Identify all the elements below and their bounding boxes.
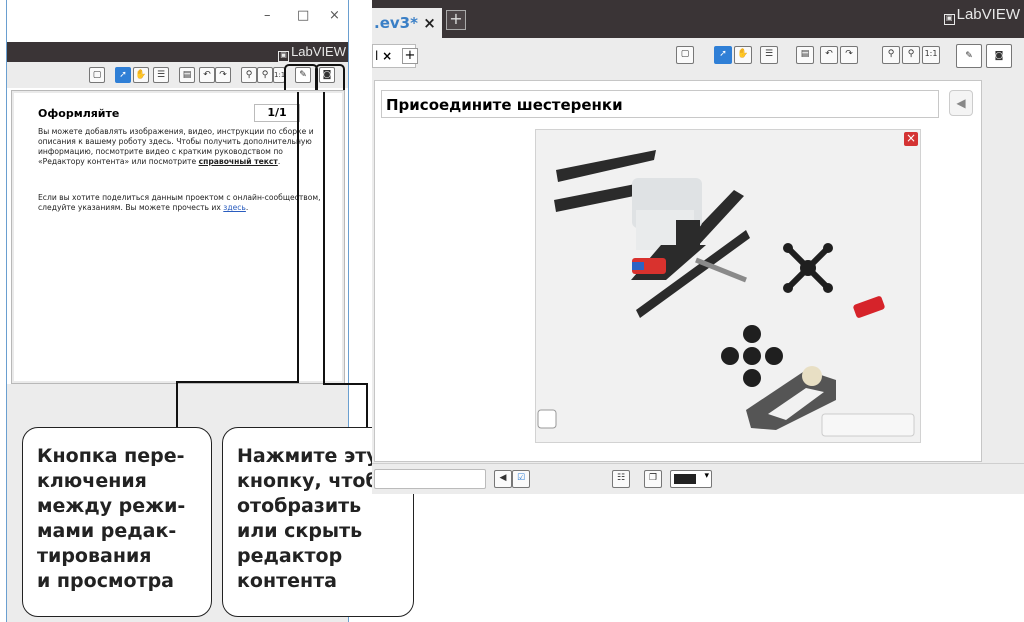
tab-label: .ev3 bbox=[374, 14, 411, 32]
content-editor-panel: Присоедините шестеренки ◀ × bbox=[374, 80, 982, 462]
project-tab-bar: .ev3* × + ▣ LabVIEW bbox=[372, 0, 1024, 38]
add-tab-icon[interactable]: + bbox=[446, 10, 466, 30]
tab-close-icon[interactable]: × bbox=[423, 14, 436, 32]
check-icon[interactable]: ☑ bbox=[512, 470, 530, 488]
tab-project[interactable]: .ev3* × bbox=[372, 8, 442, 38]
bottom-toolbar: ◀ ☑ ☷ ❐ ▾ bbox=[372, 463, 1024, 494]
list-icon[interactable]: ☰ bbox=[760, 46, 778, 64]
doc-tab-close-icon[interactable]: × bbox=[382, 49, 392, 63]
color-picker-icon[interactable]: ▾ bbox=[670, 470, 712, 488]
add-program-icon[interactable]: + bbox=[402, 48, 418, 64]
content-editor-icon[interactable]: ◙ bbox=[986, 44, 1012, 68]
ni-logo-icon: ▣ bbox=[943, 14, 955, 25]
zoom-in-icon[interactable]: ⚲ bbox=[902, 46, 920, 64]
content-title-field[interactable]: Присоедините шестеренки bbox=[381, 90, 939, 118]
color-swatch bbox=[674, 474, 696, 484]
callout-mode-toggle: Кнопка пере- ключения между режи- мами р… bbox=[22, 427, 212, 617]
image-zoom-icon bbox=[537, 409, 557, 429]
labview-logo: ▣ LabVIEW bbox=[943, 6, 1020, 25]
pointer-icon[interactable]: ➚ bbox=[714, 46, 732, 64]
right-app-window: .ev3* × + ▣ LabVIEW l × + ▢ ➚ ✋ ☰ ▤ ↶ ↷ ⚲… bbox=[372, 0, 1024, 494]
back-icon[interactable]: ◀ bbox=[494, 470, 512, 488]
undo-icon[interactable]: ↶ bbox=[820, 46, 838, 64]
doc-tab-label: l bbox=[375, 49, 379, 63]
list-icon[interactable]: ☷ bbox=[612, 470, 630, 488]
leader-line-mode-toggle bbox=[176, 92, 299, 430]
lego-gears-image bbox=[536, 130, 920, 442]
chevron-down-icon: ▾ bbox=[704, 471, 709, 481]
content-photo[interactable]: × bbox=[535, 129, 921, 443]
brand-name: LabVIEW bbox=[956, 6, 1020, 23]
save-icon[interactable]: ▤ bbox=[796, 46, 814, 64]
tab-modified-marker: * bbox=[410, 14, 418, 32]
leader-line-content-editor bbox=[323, 92, 368, 430]
collapse-panel-icon[interactable]: ◀ bbox=[949, 90, 973, 116]
hand-icon[interactable]: ✋ bbox=[734, 46, 752, 64]
remove-image-icon[interactable]: × bbox=[904, 132, 918, 146]
image-options-bar bbox=[821, 413, 915, 437]
page-icon[interactable]: ▢ bbox=[676, 46, 694, 64]
zoom-reset-button[interactable]: 1:1 bbox=[922, 46, 940, 64]
layers-icon[interactable]: ❐ bbox=[644, 470, 662, 488]
edit-mode-icon[interactable]: ✎ bbox=[956, 44, 982, 68]
page-selector[interactable] bbox=[374, 469, 486, 489]
redo-icon[interactable]: ↷ bbox=[840, 46, 858, 64]
zoom-out-icon[interactable]: ⚲ bbox=[882, 46, 900, 64]
